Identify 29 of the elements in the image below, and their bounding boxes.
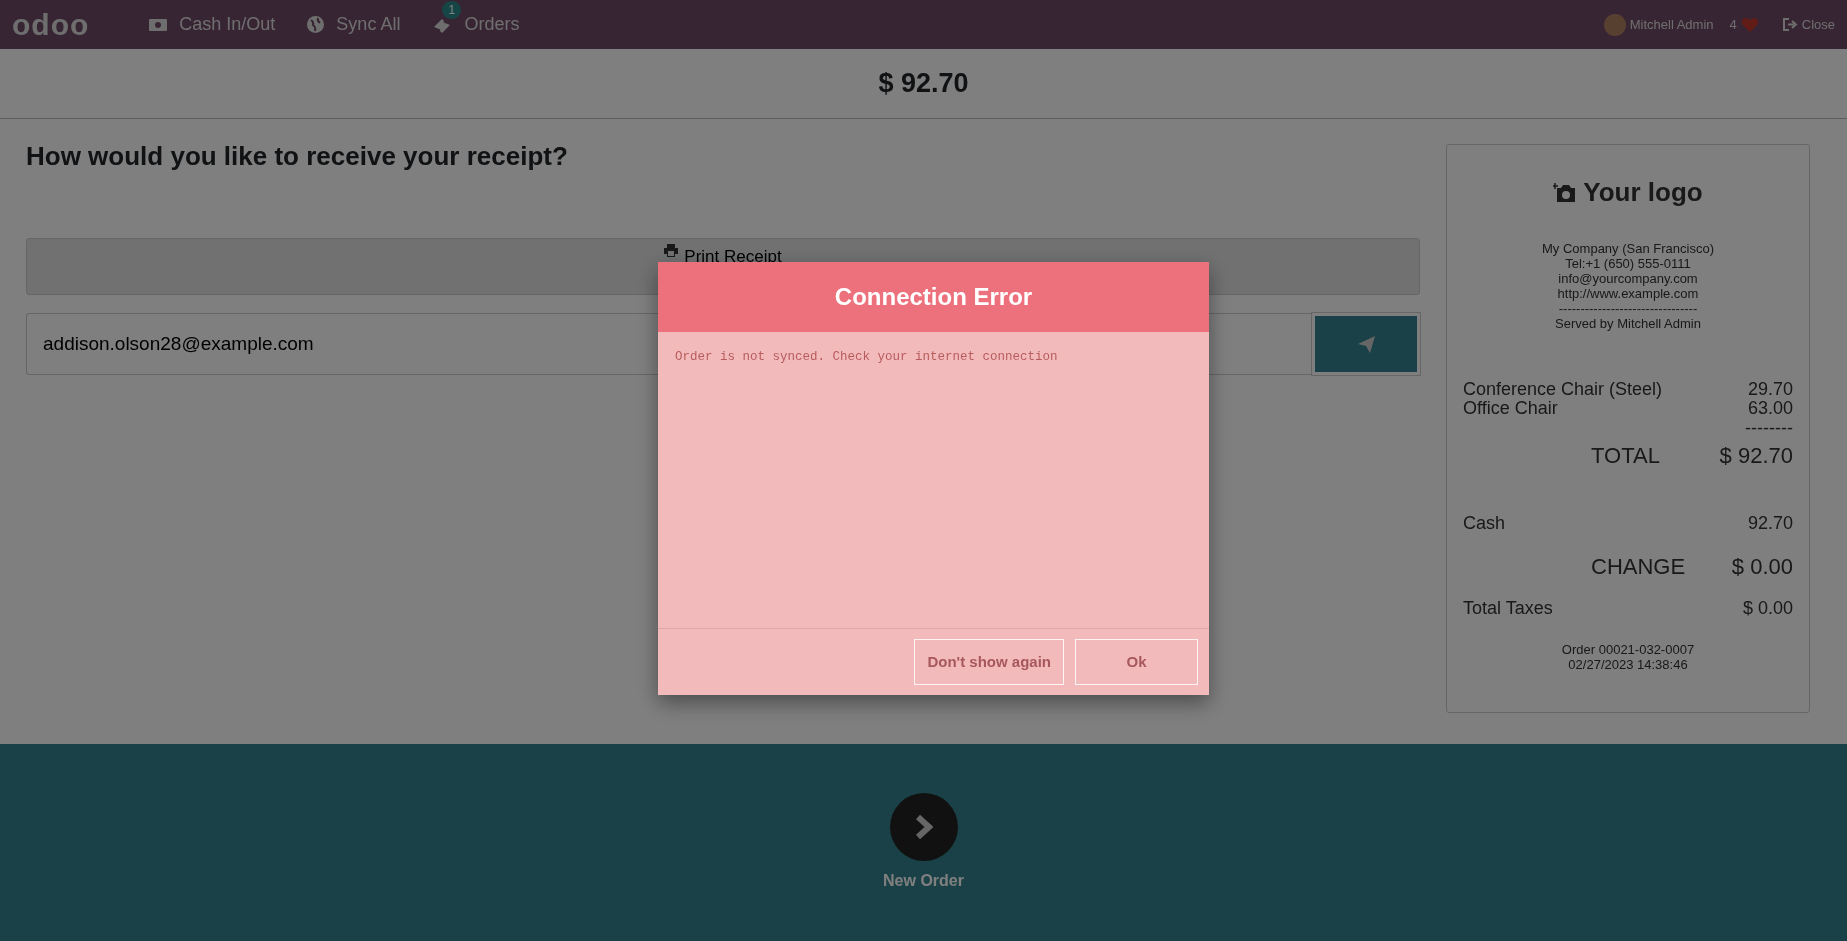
status-counter: 4 [1729, 15, 1737, 34]
product-name: Office Chair [1463, 399, 1558, 420]
taxes-label: Total Taxes [1463, 598, 1553, 619]
company-info: http://www.example.com [1556, 286, 1700, 302]
logo-text: Your logo [1583, 176, 1703, 209]
total-label: CHANGE [1590, 552, 1687, 581]
product-price: 63.00 [1747, 399, 1793, 420]
served-by: Served by Mitchell Admin [1554, 316, 1702, 332]
payment-amount: 92.70 [1747, 514, 1793, 534]
new-order-label: New Order [883, 870, 964, 891]
product-name: Conference Chair (Steel) [1463, 379, 1663, 400]
subtotal-rule: -------- [1745, 419, 1793, 439]
company-info: My Company (San Francisco) [1541, 242, 1715, 257]
taxes-value: $ 0.00 [1742, 598, 1793, 619]
receipt-question: How would you like to receive your receipt? [26, 141, 569, 173]
total-value: $ 0.00 [1731, 552, 1793, 581]
company-info: info@yourcompany.com [1557, 271, 1699, 287]
total-value: $ 92.70 [1719, 442, 1793, 470]
separator-line: -------------------------------- [1557, 301, 1699, 317]
dialog-title: Connection Error [658, 262, 1209, 332]
payment-method: Cash [1463, 514, 1506, 534]
total-label: TOTAL [1590, 442, 1661, 470]
total-amount: $ 92.70 [878, 67, 969, 101]
product-price: 29.70 [1747, 379, 1793, 400]
order-info: Order 00021-032-0007 [1560, 642, 1696, 658]
order-info: 02/27/2023 14:38:46 [1567, 657, 1689, 673]
error-message: Order is not synced. Check your internet connection [658, 332, 1209, 629]
count-badge: 1 [442, 1, 462, 19]
company-info: Tel:+1 (650) 555-0111 [1565, 256, 1691, 272]
